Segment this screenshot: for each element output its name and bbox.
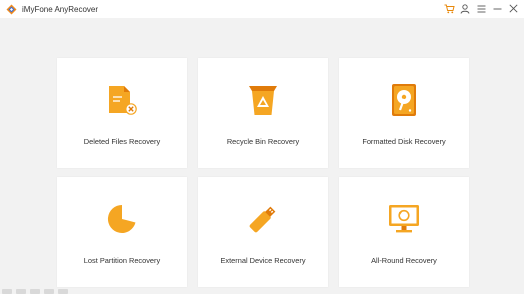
menu-icon[interactable] [475, 2, 487, 15]
card-formatted-disk-recovery[interactable]: Formatted Disk Recovery [339, 58, 469, 168]
card-label: Formatted Disk Recovery [362, 137, 446, 146]
window-controls [443, 2, 519, 15]
card-external-device-recovery[interactable]: External Device Recovery [198, 177, 328, 287]
card-label: Deleted Files Recovery [83, 137, 161, 146]
card-recycle-bin-recovery[interactable]: Recycle Bin Recovery [198, 58, 328, 168]
card-label: All-Round Recovery [371, 256, 437, 265]
app-title: iMyFone AnyRecover [22, 4, 99, 14]
recycle-bin-icon [246, 82, 280, 118]
lost-partition-icon [105, 201, 139, 237]
card-deleted-files-recovery[interactable]: Deleted Files Recovery [57, 58, 187, 168]
app-logo-icon [5, 3, 17, 15]
decorative-strip [0, 288, 112, 294]
user-icon[interactable] [459, 2, 471, 15]
cart-icon[interactable] [443, 2, 455, 15]
app-window: iMyFone AnyRecover Deleted Files Recover… [0, 0, 524, 294]
title-bar: iMyFone AnyRecover [0, 0, 524, 18]
usb-drive-icon [246, 201, 280, 237]
all-round-monitor-icon [387, 201, 421, 237]
formatted-disk-icon [387, 82, 421, 118]
close-icon[interactable] [507, 2, 519, 15]
card-label: Lost Partition Recovery [83, 256, 161, 265]
card-label: Recycle Bin Recovery [226, 137, 300, 146]
minimize-icon[interactable] [491, 2, 503, 15]
deleted-file-icon [105, 82, 139, 118]
card-all-round-recovery[interactable]: All-Round Recovery [339, 177, 469, 287]
card-lost-partition-recovery[interactable]: Lost Partition Recovery [57, 177, 187, 287]
card-label: External Device Recovery [220, 256, 306, 265]
